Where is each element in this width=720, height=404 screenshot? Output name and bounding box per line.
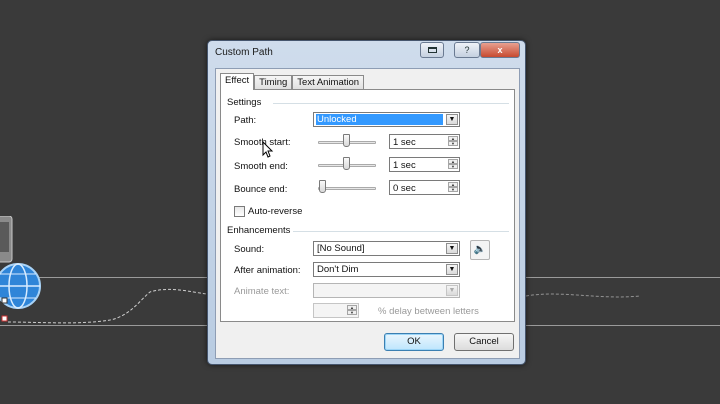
mouse-cursor-icon: [262, 141, 274, 158]
spin-down-icon[interactable]: ▼: [347, 310, 357, 315]
sound-dropdown[interactable]: [No Sound] ▼: [313, 241, 460, 256]
smooth-end-spinner[interactable]: 1 sec ▲ ▼: [389, 157, 460, 172]
enhancements-divider: [293, 231, 509, 232]
bounce-end-label: Bounce end:: [234, 184, 288, 195]
slide-object-globe[interactable]: [0, 215, 44, 326]
spin-down-icon[interactable]: ▼: [448, 141, 458, 146]
auto-reverse-checkbox[interactable]: [234, 206, 245, 217]
after-animation-value: Don't Dim: [317, 264, 359, 275]
sound-label: Sound:: [234, 244, 265, 255]
smooth-end-label: Smooth end:: [234, 161, 288, 172]
close-button[interactable]: x: [480, 42, 520, 58]
bounce-end-slider-track[interactable]: [318, 187, 376, 190]
dialog-title: Custom Path: [215, 47, 273, 58]
tab-effect[interactable]: Effect: [220, 73, 255, 90]
custom-path-dialog: Custom Path ? x Effect Timing Text Anima…: [207, 40, 526, 365]
smooth-end-value: 1 sec: [393, 160, 416, 171]
letter-delay-spinner[interactable]: ▲ ▼: [313, 303, 359, 318]
bounce-end-value: 0 sec: [393, 183, 416, 194]
help-icon: ?: [464, 45, 470, 55]
smooth-start-spinner[interactable]: 1 sec ▲ ▼: [389, 134, 460, 149]
auto-reverse-label[interactable]: Auto-reverse: [248, 206, 302, 217]
sound-settings-button[interactable]: 🔈: [470, 240, 490, 260]
animate-text-value: [316, 285, 443, 296]
restore-button[interactable]: [420, 42, 444, 58]
path-label: Path:: [234, 115, 257, 126]
animate-text-dropdown[interactable]: ▼: [313, 283, 460, 298]
ok-button[interactable]: OK: [384, 333, 444, 351]
tab-text-animation[interactable]: Text Animation: [292, 75, 365, 90]
sound-value: [No Sound]: [317, 243, 365, 254]
tab-strip: Effect Timing Text Animation: [220, 73, 365, 90]
path-dropdown[interactable]: Unlocked ▼: [313, 112, 460, 127]
letter-delay-suffix: % delay between letters: [378, 306, 479, 317]
after-animation-dropdown[interactable]: Don't Dim ▼: [313, 262, 460, 277]
bounce-end-spinner[interactable]: 0 sec ▲ ▼: [389, 180, 460, 195]
bounce-end-slider-thumb[interactable]: [319, 180, 326, 193]
animate-text-label: Animate text:: [234, 286, 290, 297]
path-value: Unlocked: [316, 114, 443, 125]
speaker-icon: 🔈: [473, 244, 487, 255]
help-button[interactable]: ?: [454, 42, 480, 58]
chevron-down-icon[interactable]: ▼: [446, 285, 458, 296]
tab-timing[interactable]: Timing: [254, 75, 293, 90]
restore-icon: [427, 47, 437, 53]
spin-down-icon[interactable]: ▼: [448, 187, 458, 192]
smooth-start-slider-thumb[interactable]: [343, 134, 350, 147]
dialog-body: Effect Timing Text Animation Settings Pa…: [215, 68, 520, 359]
chevron-down-icon[interactable]: ▼: [446, 264, 458, 275]
after-animation-label: After animation:: [234, 265, 301, 276]
cancel-button[interactable]: Cancel: [454, 333, 514, 351]
chevron-down-icon[interactable]: ▼: [446, 243, 458, 254]
close-icon: x: [497, 45, 503, 55]
settings-group-label: Settings: [227, 97, 262, 108]
chevron-down-icon[interactable]: ▼: [446, 114, 458, 125]
spin-down-icon[interactable]: ▼: [448, 164, 458, 169]
smooth-end-slider-thumb[interactable]: [343, 157, 350, 170]
enhancements-group-label: Enhancements: [227, 225, 291, 236]
smooth-start-value: 1 sec: [393, 137, 416, 148]
settings-divider: [273, 103, 509, 104]
effect-panel: Settings Path: Unlocked ▼ Smooth start: …: [220, 89, 515, 322]
title-bar[interactable]: Custom Path ? x: [208, 41, 525, 63]
